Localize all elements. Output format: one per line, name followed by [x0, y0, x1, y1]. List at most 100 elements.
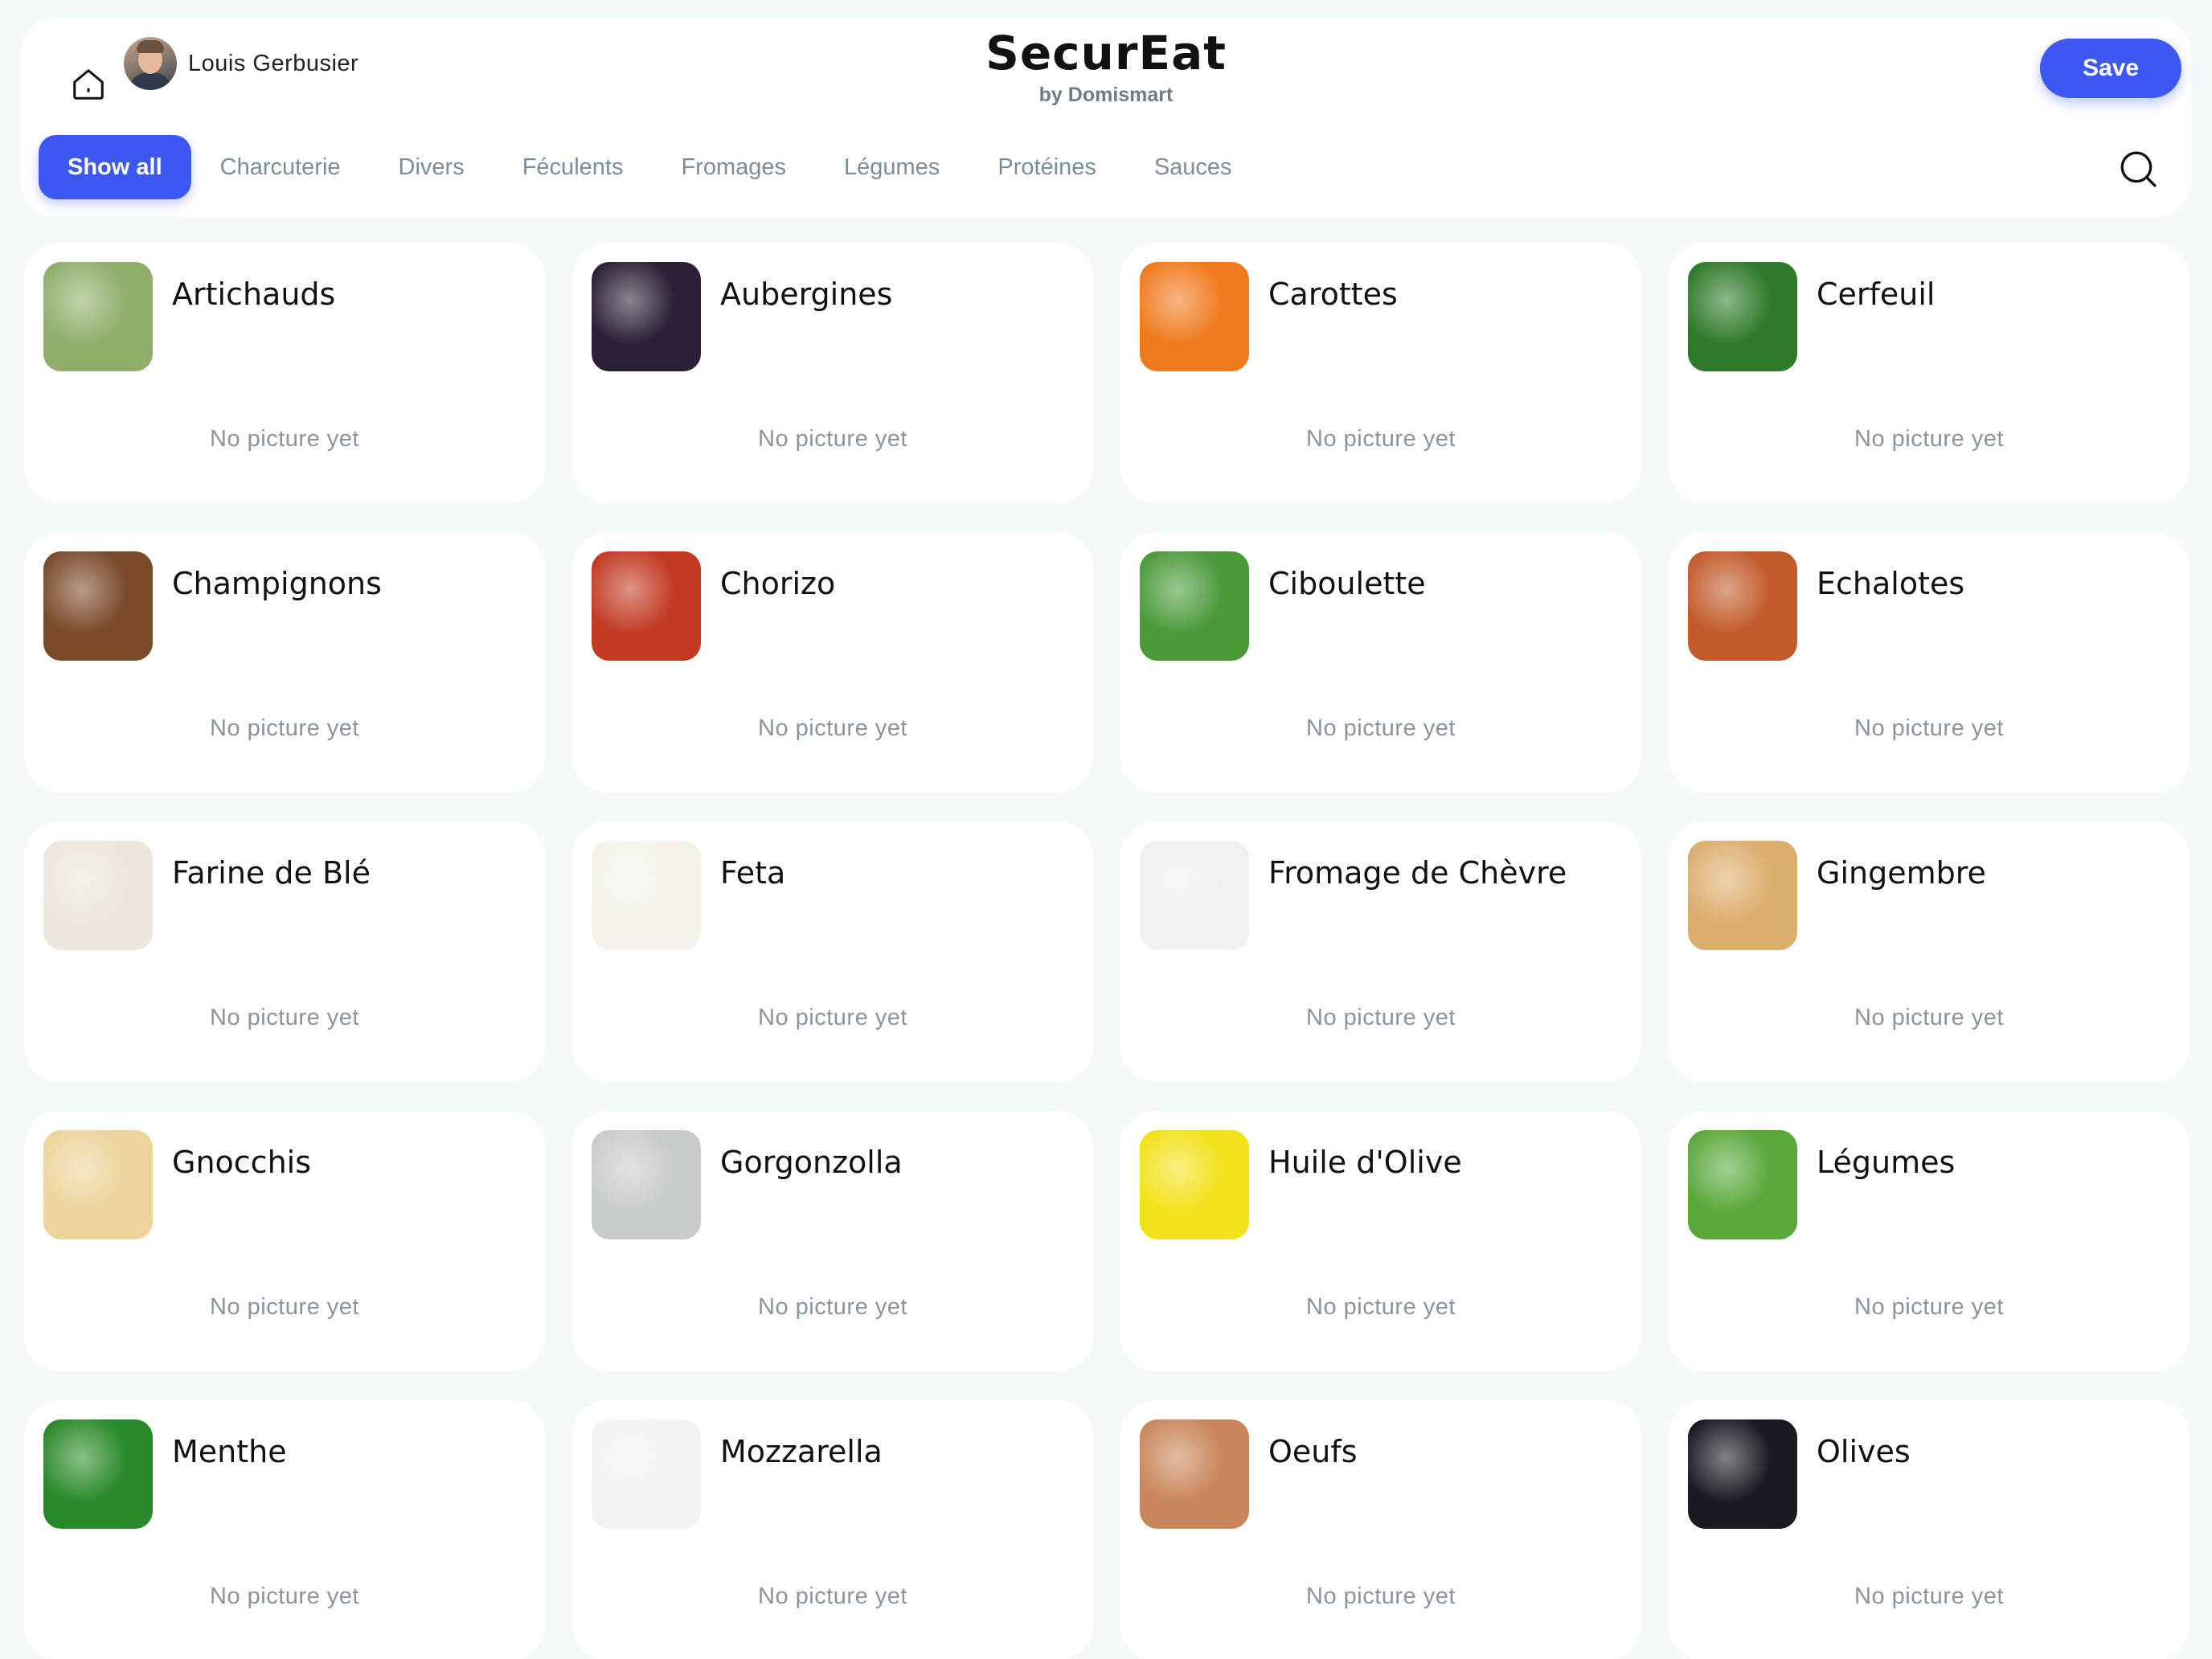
- ingredient-card[interactable]: Oeufs No picture yet: [1120, 1400, 1641, 1659]
- ingredient-name: Fromage de Chèvre: [1268, 855, 1567, 891]
- picture-status: No picture yet: [1306, 1005, 1456, 1030]
- tab-sauces[interactable]: Sauces: [1125, 135, 1261, 199]
- picture-status: No picture yet: [758, 1294, 907, 1320]
- ingredient-card[interactable]: Légumes No picture yet: [1669, 1111, 2189, 1371]
- picture-status: No picture yet: [1306, 715, 1456, 741]
- ingredient-card[interactable]: Farine de Blé No picture yet: [24, 821, 545, 1082]
- ingredient-name: Gingembre: [1817, 855, 1986, 891]
- ingredient-name: Olives: [1817, 1434, 1911, 1469]
- ingredient-card[interactable]: Mozzarella No picture yet: [572, 1400, 1093, 1659]
- ingredient-thumbnail: [1140, 841, 1249, 950]
- ingredient-thumbnail: [1140, 1130, 1249, 1239]
- ingredient-name: Farine de Blé: [172, 855, 371, 891]
- ingredient-name: Aubergines: [720, 276, 893, 312]
- ingredient-card[interactable]: Aubergines No picture yet: [572, 243, 1093, 503]
- ingredient-name: Oeufs: [1268, 1434, 1358, 1469]
- ingredient-card[interactable]: Gingembre No picture yet: [1669, 821, 2189, 1082]
- ingredient-thumbnail: [43, 841, 153, 950]
- ingredient-name: Champignons: [172, 566, 382, 601]
- ingredient-name: Chorizo: [720, 566, 836, 601]
- ingredient-name: Gnocchis: [172, 1145, 312, 1180]
- ingredient-thumbnail: [43, 262, 153, 371]
- picture-status: No picture yet: [1854, 426, 2004, 452]
- ingredient-thumbnail: [592, 551, 701, 661]
- brand-logo: SecurEat by Domismart: [945, 26, 1267, 107]
- ingredient-name: Mozzarella: [720, 1434, 883, 1469]
- home-icon: [73, 69, 104, 100]
- ingredient-thumbnail: [1688, 1419, 1797, 1529]
- ingredient-card[interactable]: Champignons No picture yet: [24, 532, 545, 793]
- ingredient-name: Carottes: [1268, 276, 1398, 312]
- ingredient-thumbnail: [43, 1419, 153, 1529]
- save-button[interactable]: Save: [2040, 39, 2181, 98]
- brand-subtitle: by Domismart: [1038, 84, 1174, 106]
- user-name: Louis Gerbusier: [188, 50, 359, 76]
- ingredient-thumbnail: [43, 551, 153, 661]
- picture-status: No picture yet: [758, 426, 907, 452]
- ingredient-card[interactable]: Fromage de Chèvre No picture yet: [1120, 821, 1641, 1082]
- ingredient-card[interactable]: Ciboulette No picture yet: [1120, 532, 1641, 793]
- category-tabs: Show all Charcuterie Divers Féculents Fr…: [39, 135, 1261, 199]
- ingredient-card[interactable]: Menthe No picture yet: [24, 1400, 545, 1659]
- ingredient-thumbnail: [592, 1419, 701, 1529]
- search-button[interactable]: [2114, 145, 2162, 193]
- picture-status: No picture yet: [210, 426, 359, 452]
- tab-legumes[interactable]: Légumes: [815, 135, 969, 199]
- ingredient-name: Menthe: [172, 1434, 287, 1469]
- user-profile[interactable]: Louis Gerbusier: [124, 37, 358, 90]
- picture-status: No picture yet: [210, 1294, 359, 1320]
- ingredient-card[interactable]: Carottes No picture yet: [1120, 243, 1641, 503]
- picture-status: No picture yet: [1854, 715, 2004, 741]
- tab-fromages[interactable]: Fromages: [652, 135, 815, 199]
- home-button[interactable]: [47, 47, 130, 122]
- picture-status: No picture yet: [210, 1583, 359, 1609]
- ingredient-thumbnail: [592, 841, 701, 950]
- picture-status: No picture yet: [1854, 1005, 2004, 1030]
- picture-status: No picture yet: [1306, 1583, 1456, 1609]
- tab-charcuterie[interactable]: Charcuterie: [191, 135, 370, 199]
- ingredient-thumbnail: [1688, 551, 1797, 661]
- tab-show-all[interactable]: Show all: [39, 135, 191, 199]
- ingredient-card[interactable]: Feta No picture yet: [572, 821, 1093, 1082]
- tab-proteines[interactable]: Protéines: [969, 135, 1125, 199]
- tab-divers[interactable]: Divers: [370, 135, 494, 199]
- ingredient-thumbnail: [1688, 841, 1797, 950]
- picture-status: No picture yet: [1306, 1294, 1456, 1320]
- ingredient-card[interactable]: Cerfeuil No picture yet: [1669, 243, 2189, 503]
- picture-status: No picture yet: [758, 1005, 907, 1030]
- ingredient-name: Echalotes: [1817, 566, 1965, 601]
- ingredient-card[interactable]: Gorgonzolla No picture yet: [572, 1111, 1093, 1371]
- tab-feculents[interactable]: Féculents: [494, 135, 653, 199]
- ingredient-thumbnail: [592, 262, 701, 371]
- picture-status: No picture yet: [1854, 1583, 2004, 1609]
- ingredient-card[interactable]: Huile d'Olive No picture yet: [1120, 1111, 1641, 1371]
- picture-status: No picture yet: [758, 1583, 907, 1609]
- ingredient-name: Ciboulette: [1268, 566, 1426, 601]
- ingredient-name: Légumes: [1817, 1145, 1956, 1180]
- ingredient-card[interactable]: Gnocchis No picture yet: [24, 1111, 545, 1371]
- ingredient-thumbnail: [43, 1130, 153, 1239]
- ingredient-thumbnail: [1140, 1419, 1249, 1529]
- ingredient-thumbnail: [592, 1130, 701, 1239]
- search-icon: [2120, 151, 2157, 187]
- avatar: [124, 37, 177, 90]
- ingredient-card[interactable]: Chorizo No picture yet: [572, 532, 1093, 793]
- ingredient-name: Huile d'Olive: [1268, 1145, 1462, 1180]
- ingredient-thumbnail: [1688, 262, 1797, 371]
- picture-status: No picture yet: [210, 1005, 359, 1030]
- ingredient-thumbnail: [1688, 1130, 1797, 1239]
- ingredient-name: Gorgonzolla: [720, 1145, 903, 1180]
- picture-status: No picture yet: [758, 715, 907, 741]
- ingredient-card[interactable]: Olives No picture yet: [1669, 1400, 2189, 1659]
- ingredient-card[interactable]: Echalotes No picture yet: [1669, 532, 2189, 793]
- app-header: Louis Gerbusier SecurEat by Domismart Sa…: [21, 18, 2191, 217]
- ingredient-name: Cerfeuil: [1817, 276, 1936, 312]
- brand-title: SecurEat: [985, 26, 1227, 80]
- picture-status: No picture yet: [1306, 426, 1456, 452]
- ingredient-grid: Artichauds No picture yet Aubergines No pic…: [24, 243, 2189, 1659]
- picture-status: No picture yet: [210, 715, 359, 741]
- ingredient-card[interactable]: Artichauds No picture yet: [24, 243, 545, 503]
- ingredient-name: Artichauds: [172, 276, 336, 312]
- ingredient-thumbnail: [1140, 262, 1249, 371]
- picture-status: No picture yet: [1854, 1294, 2004, 1320]
